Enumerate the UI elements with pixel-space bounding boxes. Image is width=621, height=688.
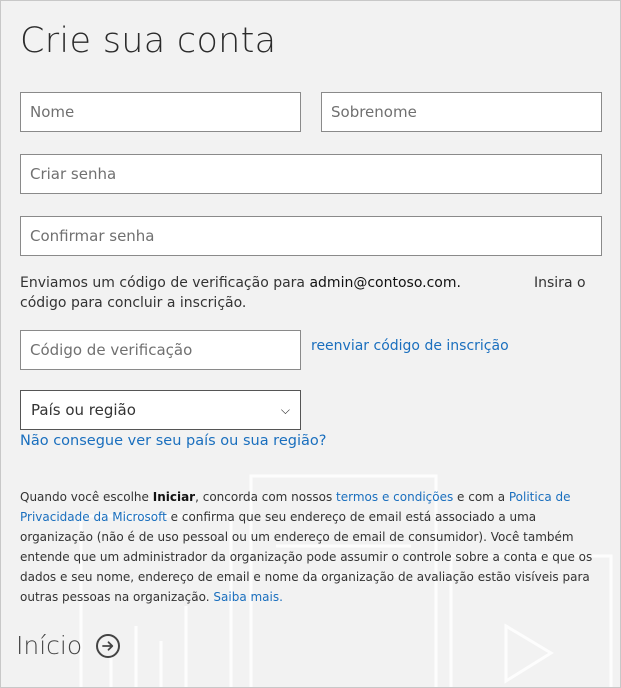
learn-more-link[interactable]: Saiba mais. xyxy=(213,590,283,604)
first-name-input[interactable] xyxy=(20,92,301,132)
verification-info: Enviamos um código de verificação para a… xyxy=(20,273,600,313)
legal-text-part: e com a xyxy=(453,490,509,504)
chevron-down-icon: ⌵ xyxy=(280,402,290,417)
verification-suffix-b: código para concluir a inscrição. xyxy=(20,295,247,311)
country-select-value: País ou região xyxy=(31,401,136,419)
signup-page: Crie sua conta Enviamos um código de ver… xyxy=(0,0,621,688)
country-help-link[interactable]: Não consegue ver seu país ou sua região? xyxy=(20,433,326,449)
legal-text: Quando você escolhe Iniciar, concorda co… xyxy=(20,487,600,607)
resend-code-link[interactable]: reenviar código de inscrição xyxy=(311,338,509,354)
verification-code-input[interactable] xyxy=(20,330,301,370)
verification-suffix-a: Insira o xyxy=(534,275,586,291)
last-name-input[interactable] xyxy=(321,92,602,132)
verification-prefix: Enviamos um código de verificação para xyxy=(20,275,306,291)
legal-start-word: Iniciar xyxy=(152,490,196,504)
start-button[interactable]: Início xyxy=(16,631,121,660)
page-title: Crie sua conta xyxy=(20,21,277,61)
create-password-input[interactable] xyxy=(20,154,602,194)
start-button-label: Início xyxy=(16,631,83,660)
confirm-password-input[interactable] xyxy=(20,216,602,256)
verification-email: admin@contoso.com. xyxy=(309,275,461,291)
legal-text-part: , concorda com nossos xyxy=(195,490,337,504)
arrow-right-icon xyxy=(102,640,114,651)
country-select[interactable]: País ou região ⌵ xyxy=(20,390,301,430)
legal-text-part: e confirma que seu endereço de email est… xyxy=(20,510,593,604)
terms-link[interactable]: termos e condições xyxy=(336,490,453,504)
arrow-right-circle-icon xyxy=(96,633,121,658)
legal-text-part: Quando você escolhe xyxy=(20,490,153,504)
